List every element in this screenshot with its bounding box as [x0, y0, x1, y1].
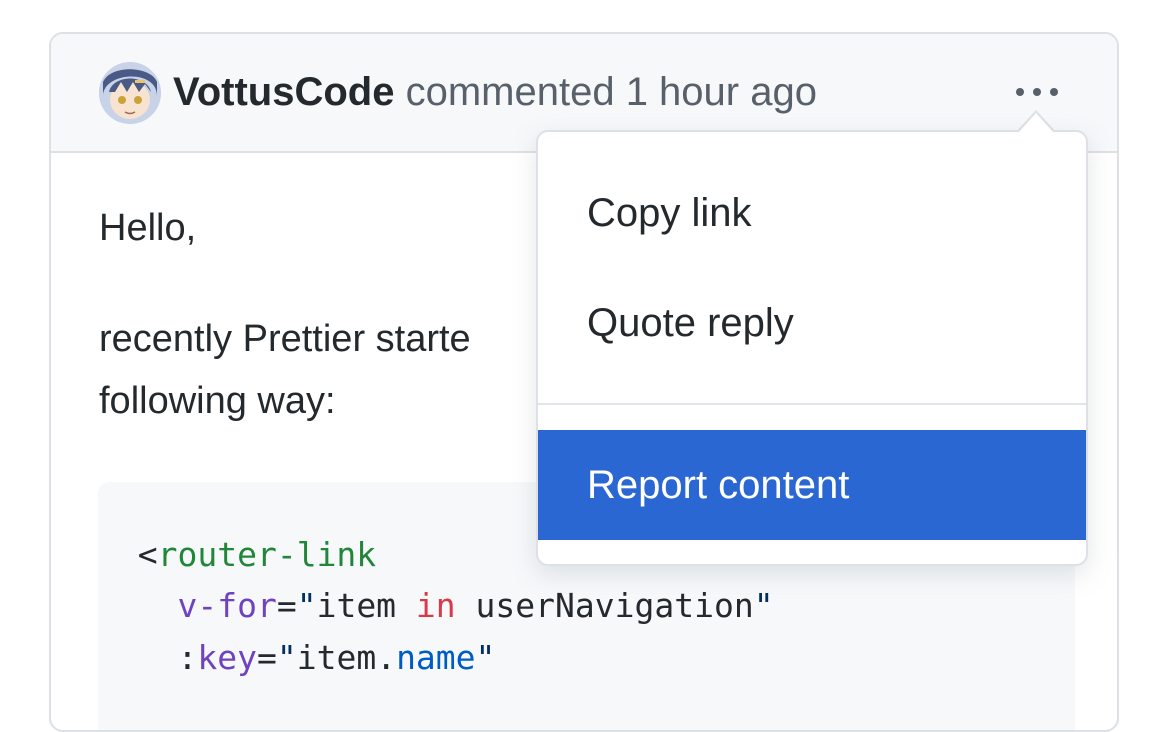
- menu-divider: [538, 403, 1086, 405]
- dot: [1033, 88, 1041, 96]
- comment-actions-menu: Copy link Quote reply Report content: [536, 130, 1088, 566]
- menu-item-quote-reply[interactable]: Quote reply: [538, 268, 1086, 378]
- dot: [1016, 88, 1024, 96]
- menu-item-report-content[interactable]: Report content: [538, 430, 1086, 540]
- code-tag: router-link: [157, 535, 377, 574]
- comment-timestamp[interactable]: commented 1 hour ago: [406, 70, 817, 114]
- code-line-2: v-for="item in userNavigation": [177, 586, 774, 625]
- comment-greeting: Hello,: [99, 207, 197, 249]
- comment-body-line-1: recently Prettier starte: [99, 318, 471, 360]
- code-attr: key: [197, 638, 257, 677]
- code-punct: <: [137, 535, 158, 574]
- kebab-horizontal-icon[interactable]: [1007, 78, 1067, 106]
- code-line-3: :key="item.name": [177, 638, 496, 677]
- comment-author-line: VottusCode commented 1 hour ago: [173, 64, 817, 120]
- code-property: name: [396, 638, 476, 677]
- code-line-1: <router-link: [98, 530, 376, 580]
- code-attr: v-for: [177, 586, 277, 625]
- dropdown-caret-fill: [1018, 113, 1054, 133]
- code-keyword: in: [415, 586, 456, 625]
- comment-body-line-2: following way:: [99, 380, 336, 422]
- dot: [1050, 88, 1058, 96]
- menu-item-copy-link[interactable]: Copy link: [538, 158, 1086, 268]
- avatar[interactable]: [99, 62, 161, 124]
- comment-author[interactable]: VottusCode: [173, 70, 394, 114]
- avatar-image: [99, 62, 161, 124]
